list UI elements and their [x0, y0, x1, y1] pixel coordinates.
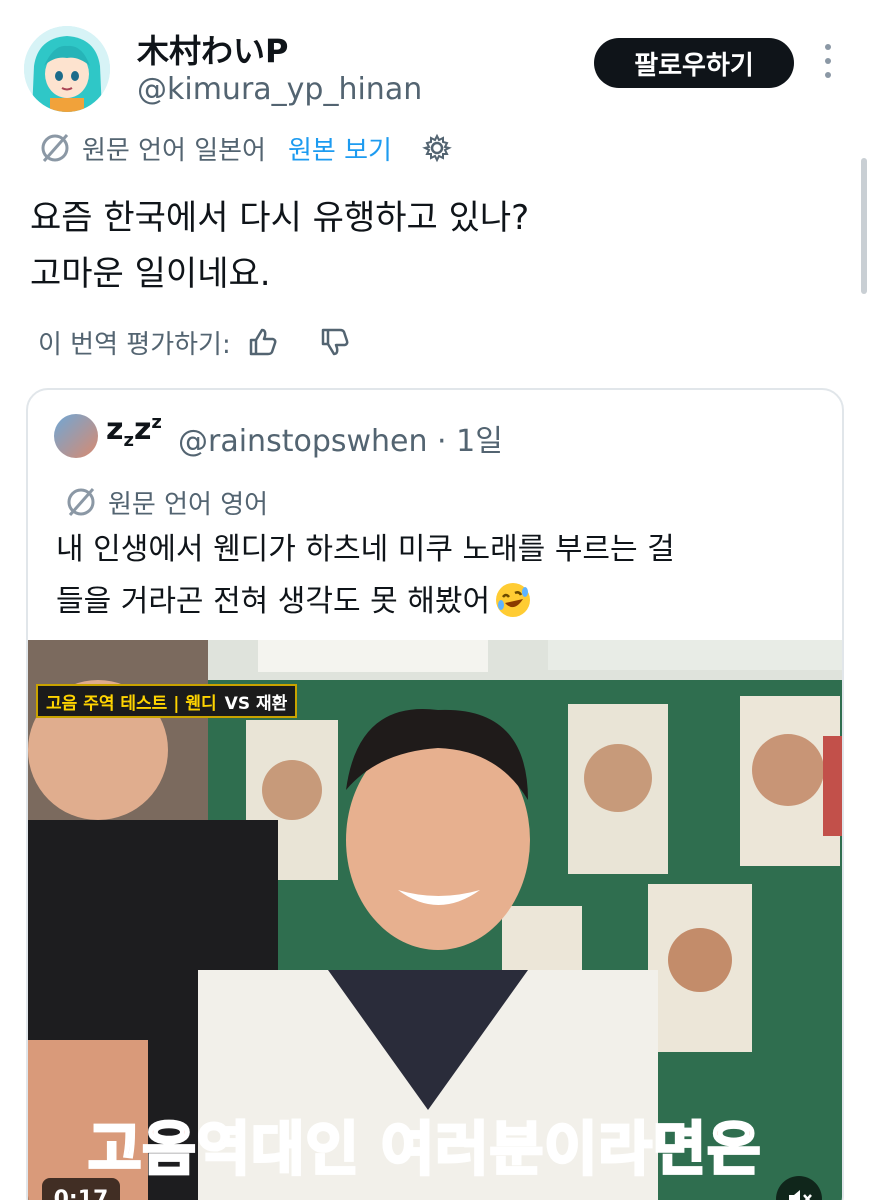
anime-avatar-icon — [24, 26, 110, 112]
rolling-on-floor-laughing-emoji — [496, 583, 531, 617]
translation-source-label: 원문 언어 일본어 — [82, 135, 266, 166]
video-top-caption: 고음 주역 테스트 | 웬디 VS 재환 — [36, 684, 298, 718]
author-avatar[interactable] — [24, 26, 110, 112]
scrollbar[interactable] — [861, 158, 867, 294]
quoted-translation-label: 원문 언어 영어 — [108, 489, 269, 520]
quoted-tweet-card[interactable]: zzzz zzzz @rainstopswhen · 1일 원문 언어 영어 내… — [26, 388, 844, 1200]
video-timestamp: 0:17 — [42, 1178, 120, 1200]
quoted-tweet-text: 내 인생에서 웬디가 하츠네 미쿠 노래를 부르는 걸 들을 거라곤 전혀 생각… — [56, 524, 826, 628]
tweet-text: 요즘 한국에서 다시 유행하고 있나? 고마운 일이네요. — [30, 190, 830, 302]
rate-translation-label: 이 번역 평가하기: — [38, 329, 231, 360]
thumbs-down-icon[interactable] — [319, 326, 351, 358]
more-vertical-icon[interactable] — [818, 44, 838, 78]
author-handle[interactable]: @kimura_yp_hinan — [137, 72, 422, 107]
translate-icon — [41, 134, 69, 162]
quoted-tweet-line: 내 인생에서 웬디가 하츠네 미쿠 노래를 부르는 걸 — [56, 532, 675, 567]
muted-speaker-icon[interactable] — [776, 1176, 822, 1200]
quoted-author-handle: @rainstopswhen · 1일 — [178, 424, 503, 459]
quoted-translation-row: 원문 언어 영어 — [64, 482, 268, 522]
quoted-tweet-line: 들을 거라곤 전혀 생각도 못 해봤어 — [56, 576, 826, 628]
tweet-line: 고마운 일이네요. — [30, 254, 271, 294]
author-display-name[interactable]: 木村わいP — [137, 26, 288, 72]
gear-icon[interactable] — [422, 133, 452, 163]
quoted-author-name: zzzz — [106, 412, 162, 451]
thumbs-up-icon[interactable] — [247, 326, 279, 358]
video-subtitle: 고음역대인 여러분이라면은 — [87, 1114, 763, 1185]
show-original-link[interactable]: 원본 보기 — [288, 130, 392, 167]
rate-translation-row: 이 번역 평가하기: — [38, 322, 351, 362]
follow-button[interactable]: 팔로우하기 — [594, 38, 794, 88]
tweet-line: 요즘 한국에서 다시 유행하고 있나? — [30, 198, 530, 238]
quoted-author-avatar[interactable] — [54, 414, 98, 458]
video-player[interactable]: 고음 주역 테스트 | 웬디 VS 재환 고음역대인 여러분이라면은 0:17 — [28, 640, 842, 1200]
translate-icon — [67, 488, 95, 516]
translation-row: 원문 언어 일본어 원본 보기 — [38, 128, 452, 168]
